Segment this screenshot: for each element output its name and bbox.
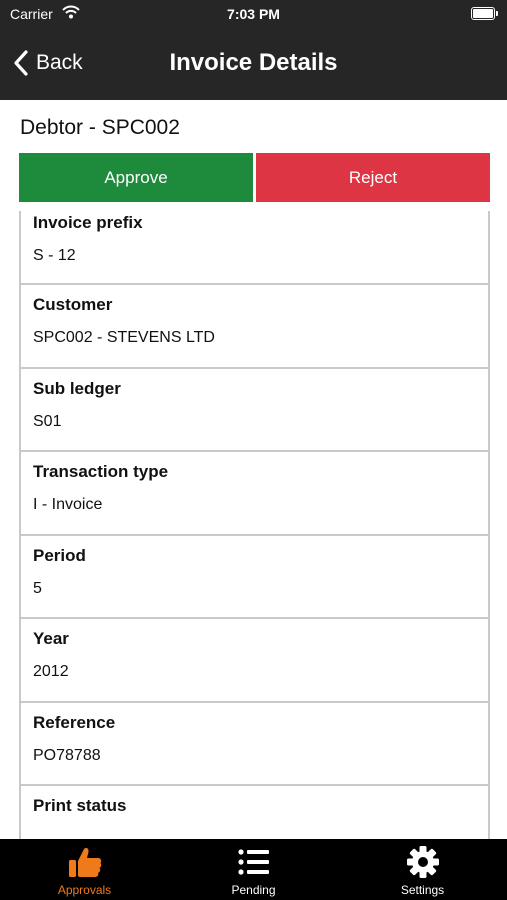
tab-label: Settings [400, 883, 445, 897]
field-row-sub-ledger: Sub ledger S01 [19, 368, 490, 452]
approve-button[interactable]: Approve [19, 153, 253, 202]
field-label: Reference [33, 712, 116, 732]
thumbs-up-icon [68, 848, 101, 877]
field-label: Sub ledger [33, 378, 121, 398]
battery-icon [471, 7, 498, 20]
status-time: 7:03 PM [227, 6, 280, 22]
field-label: Print status [33, 796, 127, 815]
field-value: PO78788 [33, 746, 101, 764]
field-label: Period [33, 545, 86, 565]
field-value: SPC002 - STEVENS LTD [33, 329, 215, 346]
field-label: Year [33, 629, 69, 648]
field-row-print-status: Print status [19, 786, 490, 839]
field-row-year: Year 2012 [19, 619, 490, 703]
field-row-reference: Reference PO78788 [19, 702, 490, 786]
tab-approvals[interactable]: Approvals [0, 839, 169, 900]
list-icon [237, 849, 269, 875]
invoice-field-list[interactable]: Invoice prefix S - 12 Customer SPC002 - … [19, 211, 490, 839]
page-title: Invoice Details [169, 49, 338, 76]
action-buttons: Approve Reject [19, 153, 490, 202]
field-value: I - Invoice [33, 496, 103, 513]
field-value: 5 [33, 579, 42, 597]
tab-pending[interactable]: Pending [169, 839, 338, 900]
field-row-period: Period 5 [19, 535, 490, 619]
field-value: 2012 [33, 663, 69, 680]
field-row-transaction-type: Transaction type I - Invoice [19, 452, 490, 536]
field-row-invoice-prefix: Invoice prefix S - 12 [19, 211, 490, 285]
field-label: Customer [33, 295, 113, 314]
tab-settings[interactable]: Settings [338, 839, 507, 900]
field-value: S01 [33, 412, 62, 430]
tab-bar: Approvals Pending Settings [0, 839, 507, 900]
gear-icon [406, 846, 439, 878]
field-label: Transaction type [33, 462, 169, 481]
field-row-customer: Customer SPC002 - STEVENS LTD [19, 285, 490, 369]
field-value: S - 12 [33, 247, 76, 264]
status-bar: Carrier 7:03 PM [0, 0, 507, 28]
top-bar: Carrier 7:03 PM Back Invoice Details [0, 0, 507, 100]
field-label: Invoice prefix [33, 213, 143, 232]
reject-button[interactable]: Reject [256, 153, 490, 202]
debtor-heading: Debtor - SPC002 [20, 116, 180, 139]
tab-label: Pending [231, 883, 276, 897]
tab-label: Approvals [57, 883, 112, 897]
